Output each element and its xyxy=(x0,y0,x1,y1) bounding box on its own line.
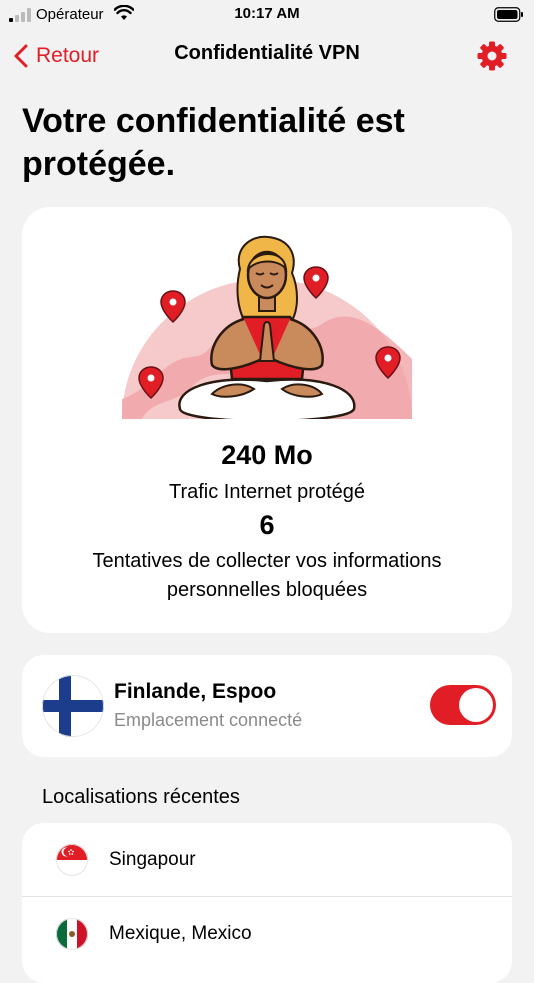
list-item-mexico[interactable]: Mexique, Mexico xyxy=(22,897,512,970)
toggle-knob xyxy=(459,688,493,722)
vpn-toggle[interactable] xyxy=(430,685,496,725)
connected-location-name: Finlande, Espoo xyxy=(114,680,277,703)
status-bar: Opérateur 10:17 AM xyxy=(0,0,534,28)
connected-location-status: Emplacement connecté xyxy=(114,710,303,730)
navigation-bar: Retour Confidentialité VPN xyxy=(0,36,534,76)
mexico-flag-icon xyxy=(56,918,88,950)
singapore-flag-icon xyxy=(56,844,88,876)
nav-title: Confidentialité VPN xyxy=(174,42,360,64)
meditating-person-illustration xyxy=(122,235,412,419)
list-item-singapore[interactable]: Singapour xyxy=(22,823,512,897)
recent-locations-list: Singapour Mexique, Mexico xyxy=(22,823,512,983)
connected-location-card[interactable]: Finlande, Espoo Emplacement connecté xyxy=(22,655,512,757)
list-item-label: Mexique, Mexico xyxy=(109,923,252,944)
clock: 10:17 AM xyxy=(234,5,300,22)
blocked-count: 6 xyxy=(259,510,275,540)
finland-flag-icon xyxy=(42,675,104,737)
recent-locations-header: Localisations récentes xyxy=(42,786,240,808)
list-item-label: Singapour xyxy=(109,849,196,870)
battery-icon xyxy=(494,7,523,22)
traffic-label: Trafic Internet protégé xyxy=(168,481,366,503)
privacy-stats-card: 240 Mo Trafic Internet protégé 6 Tentati… xyxy=(22,207,512,633)
traffic-value: 240 Mo xyxy=(221,440,313,470)
blocked-label: Tentatives de collecter vos informations… xyxy=(92,550,442,601)
page-title: Votre confidentialité est protégée. xyxy=(22,102,405,183)
gear-icon[interactable] xyxy=(476,40,508,72)
